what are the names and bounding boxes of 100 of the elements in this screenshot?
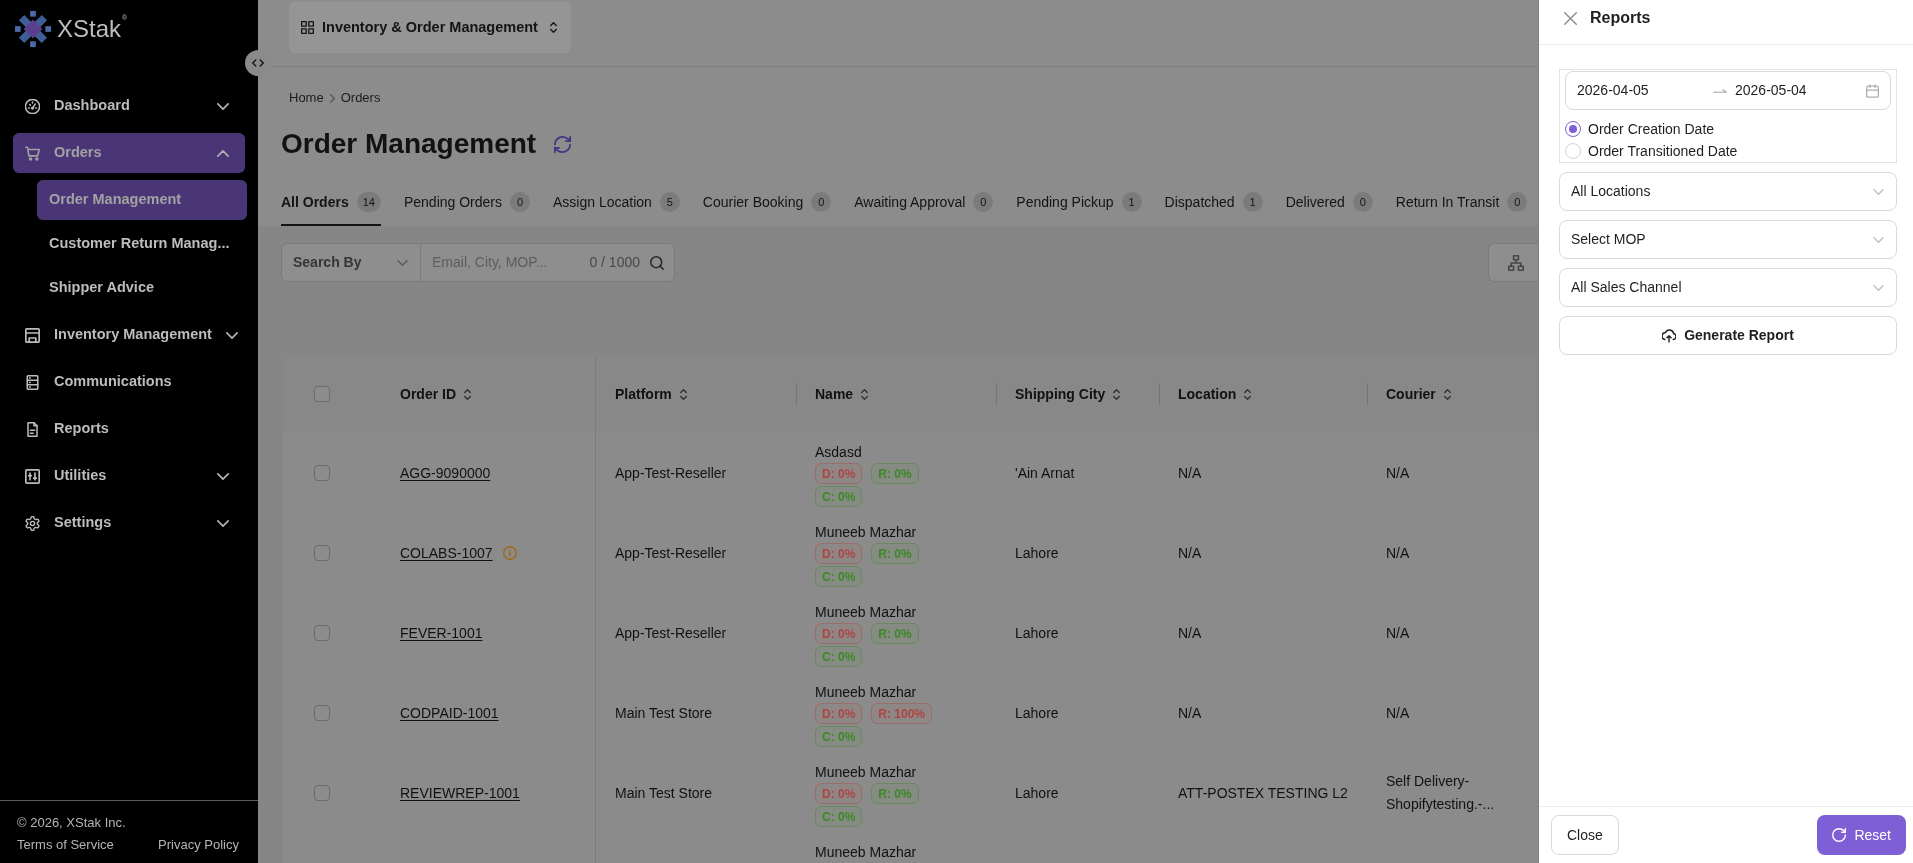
date-range-field[interactable]: 2026-04-05 2026-05-04 <box>1565 71 1891 110</box>
checkbox[interactable] <box>314 386 330 402</box>
search-by-select[interactable]: Search By <box>282 244 421 281</box>
arrow-right-icon <box>1713 87 1727 94</box>
column-header[interactable]: Shipping City <box>1015 383 1121 405</box>
dropdown-select[interactable]: All Sales Channel <box>1559 268 1897 307</box>
column-header[interactable]: Order ID <box>400 383 471 405</box>
count-badge: 0 <box>510 192 530 212</box>
tab[interactable]: Awaiting Approval 0 <box>854 180 994 226</box>
close-icon[interactable] <box>1564 11 1577 25</box>
order-id-link[interactable]: FEVER-1001 <box>400 622 483 644</box>
radio-button[interactable] <box>1565 121 1581 137</box>
search-icon[interactable] <box>650 255 664 270</box>
count-badge: 0 <box>973 192 994 212</box>
sidebar-item[interactable]: Inventory Management <box>13 315 245 355</box>
dropdown-select[interactable]: All Locations <box>1559 172 1897 211</box>
column-header[interactable]: Platform <box>615 383 687 405</box>
count-badge: 0 <box>1352 192 1373 212</box>
status-badge: R: 0% <box>871 463 919 484</box>
chevron-down-icon <box>1873 284 1884 291</box>
tab[interactable]: Pending Pickup 1 <box>1016 180 1142 226</box>
tab[interactable]: All Orders 14 <box>281 180 381 226</box>
order-id-link[interactable]: AGG-9090000 <box>400 462 491 484</box>
chevron-right-icon <box>329 93 335 103</box>
radio-label: Order Transitioned Date <box>1588 141 1738 161</box>
sidebar-item[interactable]: Orders <box>13 133 245 173</box>
chevrons-icon <box>252 59 264 67</box>
customer-name: Muneeb Mazhar <box>815 843 917 862</box>
status-badge: D: 0% <box>815 703 863 724</box>
customer-name: Muneeb Mazhar <box>815 523 917 542</box>
column-header[interactable]: Name <box>815 383 869 405</box>
status-badge: C: 0% <box>815 806 863 827</box>
column-header[interactable]: Location <box>1178 383 1252 405</box>
status-badge: R: 0% <box>871 783 919 804</box>
sidebar-subitem[interactable]: Order Management <box>37 180 247 220</box>
reset-button[interactable]: Reset <box>1817 815 1906 855</box>
circular-arrows-icon[interactable] <box>554 135 572 153</box>
customer-name: Muneeb Mazhar <box>815 603 917 622</box>
logo-mark-icon <box>14 10 52 48</box>
checkbox[interactable] <box>314 545 330 561</box>
sidebar-subitem[interactable]: Shipper Advice <box>37 268 247 308</box>
app-switcher-button[interactable]: Inventory & Order Management <box>289 2 571 53</box>
dropdown-select[interactable]: Select MOP <box>1559 220 1897 259</box>
sidebar-item[interactable]: Dashboard <box>13 86 245 126</box>
count-badge: 1 <box>1242 192 1263 212</box>
status-badge: C: 0% <box>815 646 863 667</box>
date-input[interactable]: 2026-04-05 <box>1577 80 1713 101</box>
document-icon <box>25 421 40 437</box>
checkbox[interactable] <box>314 465 330 481</box>
count-badge: 1 <box>1121 192 1142 212</box>
table-cell-text: Main Test Store <box>615 783 712 803</box>
footer-link[interactable]: Privacy Policy <box>158 836 239 854</box>
sidebar-item[interactable]: Utilities <box>13 456 245 496</box>
up-down-caret-icon <box>549 22 557 33</box>
sort-icon <box>1113 388 1121 400</box>
toolbar-button[interactable] <box>1488 243 1538 282</box>
checkbox[interactable] <box>314 705 330 721</box>
copyright-text: © 2026, XStak Inc. <box>17 814 127 832</box>
table-cell-text: N/A <box>1386 463 1410 483</box>
status-badge: D: 0% <box>815 463 863 484</box>
sidebar-item[interactable]: Communications <box>13 362 245 402</box>
table-cell-text: Lahore <box>1015 543 1059 563</box>
table-cell-text: N/A <box>1178 623 1202 643</box>
checkbox[interactable] <box>314 785 330 801</box>
status-badge: C: 0% <box>815 486 863 507</box>
status-badge: D: 0% <box>815 543 863 564</box>
generate-report-button[interactable]: Generate Report <box>1559 316 1897 355</box>
character-counter: 0 / 1000 <box>589 253 640 272</box>
close-button[interactable]: Close <box>1551 815 1619 855</box>
column-header[interactable]: Courier <box>1386 383 1451 405</box>
date-input[interactable]: 2026-05-04 <box>1735 80 1855 101</box>
gear-icon <box>25 515 40 531</box>
order-id-link[interactable]: CODPAID-1001 <box>400 702 499 724</box>
breadcrumb-link[interactable]: Home <box>289 88 324 108</box>
tab[interactable]: Courier Booking 0 <box>702 180 832 226</box>
tab[interactable]: Dispatched 1 <box>1164 180 1263 226</box>
table-cell-text: N/A <box>1386 623 1410 643</box>
tab[interactable]: Assign Location 5 <box>553 180 680 226</box>
sidebar-item[interactable]: Settings <box>13 503 245 543</box>
table-cell-text: App-Test-Reseller <box>615 623 727 643</box>
tab[interactable]: Return In Transit 0 <box>1395 180 1528 226</box>
sidebar-item[interactable]: Reports <box>13 409 245 449</box>
table-cell-text: Self Delivery-Shopifytesting.-... <box>1386 772 1496 814</box>
sidebar-subitem[interactable]: Customer Return Manag... <box>37 224 247 264</box>
circular-arrow-icon <box>1832 828 1847 842</box>
list-icon <box>25 374 40 390</box>
tab[interactable]: Pending Orders 0 <box>403 180 530 226</box>
checkbox[interactable] <box>314 625 330 641</box>
customer-name: Muneeb Mazhar <box>815 683 917 702</box>
status-badge: C: 0% <box>815 566 863 587</box>
status-badge: C: 0% <box>815 726 863 747</box>
sliders-icon <box>25 468 40 484</box>
footer-link[interactable]: Terms of Service <box>17 836 114 854</box>
table-cell-text: 'Ain Arnat <box>1015 463 1075 483</box>
sort-icon <box>861 388 869 400</box>
order-id-link[interactable]: COLABS-1007 <box>400 542 493 564</box>
chevron-down-icon <box>397 259 408 266</box>
chevron-down-icon <box>1873 236 1884 243</box>
order-id-link[interactable]: REVIEWREP-1001 <box>400 782 520 804</box>
tab[interactable]: Delivered 0 <box>1285 180 1373 226</box>
